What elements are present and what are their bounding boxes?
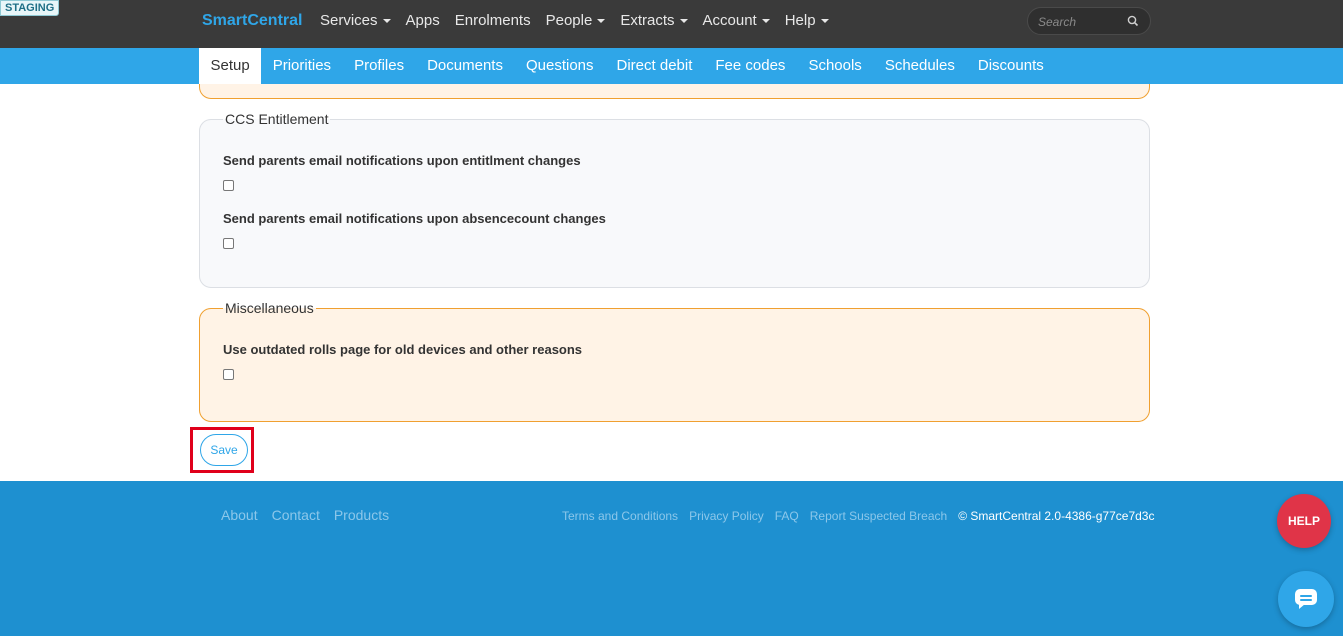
- footer-link-about[interactable]: About: [221, 507, 258, 523]
- caret-down-icon: [597, 18, 606, 23]
- entitlement-notify-checkbox[interactable]: [223, 180, 234, 191]
- tab-documents[interactable]: Documents: [416, 48, 515, 84]
- staging-badge: STAGING: [0, 0, 60, 16]
- footer-link-report-breach[interactable]: Report Suspected Breach: [810, 509, 947, 523]
- entitlement-notify-label: Send parents email notifications upon en…: [223, 153, 581, 168]
- search-box: [1027, 7, 1151, 35]
- outdated-rolls-checkbox[interactable]: [223, 369, 234, 380]
- nav-item-people[interactable]: People: [546, 12, 606, 29]
- tab-direct-debit[interactable]: Direct debit: [605, 48, 704, 84]
- top-navbar: STAGING SmartCentral Services Apps Enrol…: [0, 0, 1343, 48]
- save-button[interactable]: Save: [200, 434, 248, 466]
- footer-link-products[interactable]: Products: [334, 507, 389, 523]
- tab-fee-codes[interactable]: Fee codes: [704, 48, 797, 84]
- miscellaneous-legend: Miscellaneous: [225, 300, 314, 316]
- caret-down-icon: [382, 18, 391, 23]
- nav-item-apps[interactable]: Apps: [406, 12, 440, 29]
- footer-link-terms[interactable]: Terms and Conditions: [562, 509, 678, 523]
- tab-schedules[interactable]: Schedules: [873, 48, 966, 84]
- footer: About Contact Products Terms and Conditi…: [0, 481, 1343, 636]
- outdated-rolls-label: Use outdated rolls page for old devices …: [223, 342, 583, 357]
- main-nav: Services Apps Enrolments People Extracts…: [320, 12, 844, 29]
- miscellaneous-panel: Miscellaneous Use outdated rolls page fo…: [199, 300, 1150, 422]
- settings-tabbar: Setup Priorities Profiles Documents Ques…: [0, 48, 1343, 84]
- help-button[interactable]: HELP: [1277, 494, 1331, 548]
- chat-button[interactable]: [1278, 571, 1334, 627]
- search-icon[interactable]: [1126, 14, 1140, 28]
- chat-icon: [1295, 589, 1317, 609]
- tab-schools[interactable]: Schools: [797, 48, 873, 84]
- previous-panel-bottom: [199, 84, 1150, 99]
- nav-item-account[interactable]: Account: [703, 12, 770, 29]
- tab-profiles[interactable]: Profiles: [343, 48, 416, 84]
- nav-item-help[interactable]: Help: [785, 12, 829, 29]
- tab-discounts[interactable]: Discounts: [966, 48, 1055, 84]
- ccs-entitlement-panel: CCS Entitlement Send parents email notif…: [199, 111, 1150, 288]
- absencecount-notify-checkbox[interactable]: [223, 238, 234, 249]
- save-highlight-box: Save: [190, 427, 254, 473]
- footer-link-faq[interactable]: FAQ: [775, 509, 799, 523]
- footer-link-contact[interactable]: Contact: [272, 507, 320, 523]
- tab-priorities[interactable]: Priorities: [261, 48, 342, 84]
- copyright-text: © SmartCentral 2.0-4386-g77ce7d3c: [958, 509, 1155, 523]
- caret-down-icon: [820, 18, 829, 23]
- tab-setup[interactable]: Setup: [199, 48, 262, 84]
- caret-down-icon: [679, 18, 688, 23]
- search-input[interactable]: [1038, 13, 1128, 31]
- brand-logo[interactable]: SmartCentral: [202, 12, 302, 30]
- ccs-entitlement-legend: CCS Entitlement: [225, 111, 329, 127]
- footer-link-privacy[interactable]: Privacy Policy: [689, 509, 764, 523]
- nav-item-services[interactable]: Services: [320, 12, 391, 29]
- tab-questions[interactable]: Questions: [514, 48, 605, 84]
- nav-item-enrolments[interactable]: Enrolments: [455, 12, 531, 29]
- nav-item-extracts[interactable]: Extracts: [620, 12, 688, 29]
- caret-down-icon: [761, 18, 770, 23]
- absencecount-notify-label: Send parents email notifications upon ab…: [223, 211, 606, 226]
